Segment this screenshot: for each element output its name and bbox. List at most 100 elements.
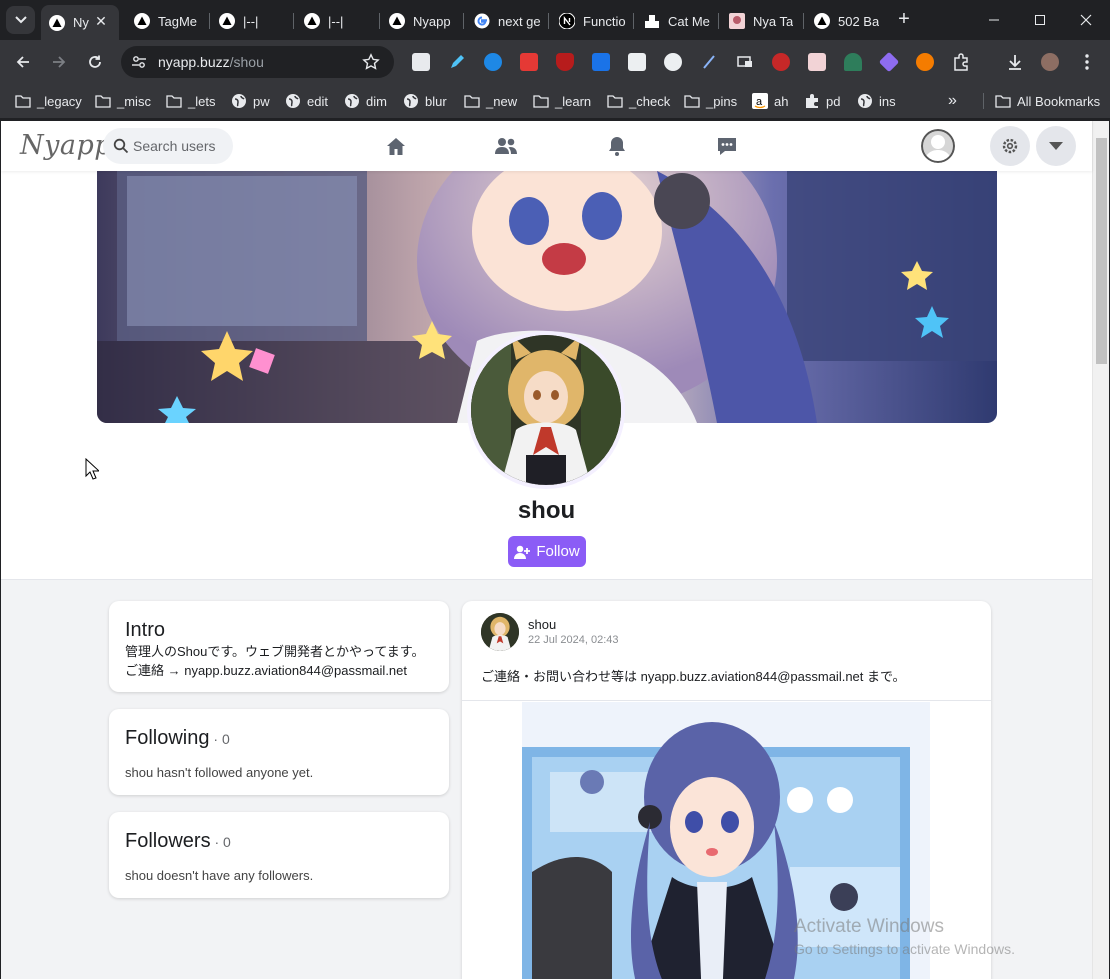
friends-icon[interactable] <box>494 134 518 158</box>
page-scrollbar[interactable] <box>1092 121 1109 979</box>
pen-extension-icon[interactable] <box>448 53 466 71</box>
app-logo[interactable]: Nyapp <box>20 130 112 161</box>
reload-icon <box>89 55 101 68</box>
counter-extension-icon[interactable] <box>628 53 646 71</box>
doc-extension-icon[interactable] <box>592 53 610 71</box>
folder-icon <box>464 93 480 109</box>
tab-nyapp[interactable]: Nyapp <box>381 6 461 36</box>
minimize-button[interactable] <box>982 8 1006 32</box>
tab-tagme[interactable]: TagMe <box>126 6 206 36</box>
page-viewport: Nyapp Search users shou Follow Intro 管理人… <box>1 121 1109 979</box>
bookmark-dim[interactable]: dim <box>344 92 387 110</box>
user-search[interactable] <box>103 128 233 164</box>
forward-button[interactable] <box>45 48 73 76</box>
scrollbar-thumb[interactable] <box>1096 138 1107 364</box>
triangle-icon <box>134 13 150 29</box>
follow-label: Follow <box>536 543 580 560</box>
red-extension-icon[interactable] <box>520 53 538 71</box>
post-divider <box>462 700 991 701</box>
amazon-icon: a <box>752 93 768 109</box>
script-extension-icon[interactable] <box>700 53 718 71</box>
bookmark-label: pd <box>826 93 841 109</box>
green-extension-icon[interactable] <box>844 53 862 71</box>
tab-nyapp-active[interactable]: Ny ✕ <box>41 5 119 40</box>
bookmark-check[interactable]: _check <box>607 92 670 110</box>
ublock-icon[interactable] <box>556 53 574 71</box>
anime-extension-icon[interactable] <box>808 53 826 71</box>
back-button[interactable] <box>9 48 37 76</box>
account-menu-button[interactable] <box>1036 126 1076 166</box>
bell-icon[interactable] <box>605 134 629 158</box>
all-bookmarks[interactable]: All Bookmarks <box>995 92 1100 110</box>
tab-google[interactable]: next ge <box>466 6 546 36</box>
user-avatar[interactable] <box>921 129 955 163</box>
post-date: 22 Jul 2024, 02:43 <box>528 634 619 646</box>
user-plus-icon <box>514 545 531 559</box>
fox-extension-icon[interactable] <box>916 53 934 71</box>
tab-separator <box>379 13 380 29</box>
extensions-puzzle-icon[interactable] <box>952 53 970 71</box>
bookmark-divider <box>983 93 984 109</box>
post-author[interactable]: shou <box>528 617 556 632</box>
address-bar[interactable]: nyapp.buzz/shou <box>121 46 394 78</box>
folder-icon <box>166 93 182 109</box>
tab-search-button[interactable] <box>6 6 35 34</box>
bookmark-star-icon[interactable] <box>362 53 380 76</box>
tab-title: next ge <box>498 13 541 29</box>
close-window-button[interactable] <box>1074 8 1098 32</box>
tab-502[interactable]: 502 Ba <box>806 6 886 36</box>
tab-pipe-2[interactable]: |--| <box>296 6 376 36</box>
follow-button[interactable]: Follow <box>508 536 586 567</box>
bookmark-ins[interactable]: ins <box>857 92 896 110</box>
bookmark-pw[interactable]: pw <box>231 92 270 110</box>
search-input[interactable] <box>133 136 229 156</box>
gem-extension-icon[interactable] <box>878 51 900 73</box>
folder-icon <box>533 93 549 109</box>
settings-button[interactable] <box>990 126 1030 166</box>
globe-icon <box>857 93 873 109</box>
bookmark-label: ins <box>879 93 896 109</box>
bookmark-new[interactable]: _new <box>464 92 517 110</box>
bookmark-blur[interactable]: blur <box>403 92 447 110</box>
post-author-avatar[interactable] <box>481 613 519 651</box>
bookmark-pd[interactable]: pd <box>804 92 840 110</box>
reload-button[interactable] <box>81 48 109 76</box>
bookmark-learn[interactable]: _learn <box>533 92 591 110</box>
tab-separator <box>293 13 294 29</box>
google-icon <box>474 13 490 29</box>
tab-separator <box>463 13 464 29</box>
all-bookmarks-label: All Bookmarks <box>1017 93 1101 109</box>
bookmark-pins[interactable]: _pins <box>684 92 737 110</box>
bookmark-legacy[interactable]: _legacy <box>15 92 82 110</box>
close-icon <box>1080 14 1092 26</box>
download-icon[interactable] <box>1006 53 1024 71</box>
menu-dots-icon[interactable] <box>1078 53 1096 71</box>
maximize-button[interactable] <box>1028 8 1052 32</box>
more-bookmarks-chevron-icon[interactable]: » <box>948 92 957 110</box>
browser-tabstrip: Ny ✕ TagMe |--| |--| Nyapp next ge Funct… <box>0 0 1110 40</box>
messages-icon[interactable] <box>715 134 739 158</box>
tab-catme[interactable]: Cat Me <box>636 6 716 36</box>
home-icon[interactable] <box>384 134 408 158</box>
window-extension-icon[interactable] <box>736 53 754 71</box>
tab-nya-tag[interactable]: Nya Ta <box>721 6 801 36</box>
bookmark-label: pw <box>253 93 270 109</box>
triangle-icon <box>814 13 830 29</box>
new-tab-button[interactable]: + <box>894 9 914 29</box>
bookmark-misc[interactable]: _misc <box>95 92 151 110</box>
blue-extension-icon[interactable] <box>484 53 502 71</box>
tab-pipe-1[interactable]: |--| <box>211 6 291 36</box>
url-path: /shou <box>229 54 264 70</box>
privacy-extension-icon[interactable] <box>664 53 682 71</box>
bookmark-edit[interactable]: edit <box>285 92 328 110</box>
seo-extension-icon[interactable] <box>772 53 790 71</box>
following-count: 0 <box>221 731 230 747</box>
close-icon[interactable]: ✕ <box>93 13 109 29</box>
tab-functions[interactable]: Functio <box>551 6 631 36</box>
profile-avatar[interactable] <box>1041 53 1059 71</box>
tab-title: Nyapp <box>413 13 451 29</box>
bookmark-ah[interactable]: a ah <box>752 92 788 110</box>
qr-extension-icon[interactable] <box>412 53 430 71</box>
site-settings-icon[interactable] <box>131 54 147 75</box>
bookmark-lets[interactable]: _lets <box>166 92 215 110</box>
